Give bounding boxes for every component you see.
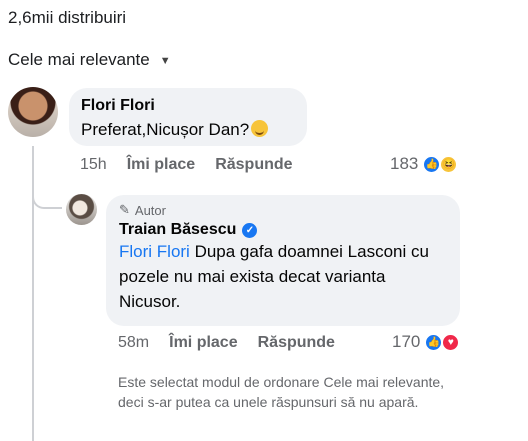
reply-branch-line [32,191,62,209]
reply-author-row: Traian Băsescu ✓ [119,221,447,239]
wink-emoji-icon [251,120,269,137]
comment-time[interactable]: 15h [80,156,107,174]
sort-dropdown[interactable]: Cele mai relevante ▼ [8,50,171,70]
reply-author[interactable]: Traian Băsescu [119,221,236,239]
reply-time[interactable]: 58m [118,334,149,352]
reply-actions: 58m Îmi place Răspunde [118,334,335,352]
reply-button[interactable]: Răspunde [215,156,292,174]
comment-text-row: Preferat,Nicușor Dan? [81,117,295,142]
comment-actions: 15h Îmi place Răspunde [80,156,293,174]
comment-author[interactable]: Flori Flori [81,97,295,115]
reaction-summary[interactable]: 170 👍 ♥ [392,332,461,352]
author-tag-label: Autor [134,202,166,218]
reply-text-block: Flori Flori Dupa gafa doamnei Lasconi cu… [119,239,447,314]
reaction-count: 170 [392,332,421,351]
share-count: 2,6mii distribuiri [8,8,127,27]
like-button[interactable]: Îmi place [127,156,195,174]
reaction-summary[interactable]: 183 👍 😆 [390,154,459,174]
verified-badge-icon: ✓ [242,222,258,238]
pen-icon: ✎ [119,202,130,217]
reply-button[interactable]: Răspunde [258,334,335,352]
sort-notice: Este selectat modul de ordonare Cele mai… [118,374,445,410]
comment-bubble: Flori Flori Preferat,Nicușor Dan? [69,88,307,146]
reaction-count: 183 [390,154,419,173]
author-badge: ✎ Autor [119,202,447,218]
avatar[interactable] [8,87,58,137]
comment-text: Preferat,Nicușor Dan? [81,120,250,139]
mention-link[interactable]: Flori Flori [119,242,190,261]
haha-reaction-icon: 😆 [439,154,459,174]
chevron-down-icon: ▼ [159,55,171,67]
reply-bubble: ✎ Autor Traian Băsescu ✓ Flori Flori Dup… [106,195,460,326]
love-reaction-icon: ♥ [441,332,461,352]
avatar[interactable] [66,194,97,225]
sort-label: Cele mai relevante [8,50,150,69]
like-button[interactable]: Îmi place [169,334,237,352]
